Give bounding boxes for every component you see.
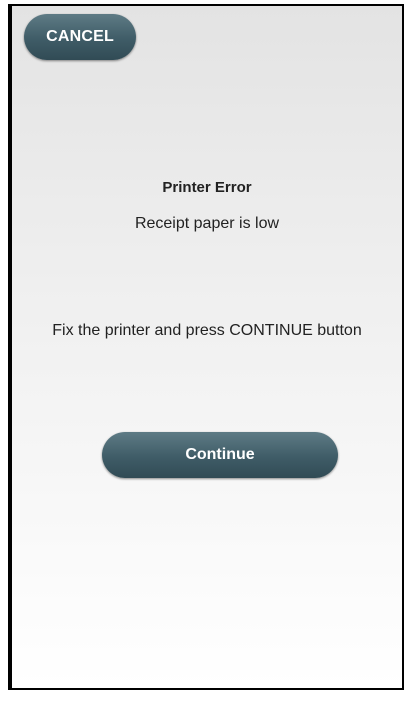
printer-error-screen: CANCEL Printer Error Receipt paper is lo… — [8, 4, 404, 690]
error-instruction: Fix the printer and press CONTINUE butto… — [52, 322, 362, 339]
error-title: Printer Error — [162, 179, 252, 196]
error-subtitle: Receipt paper is low — [134, 215, 280, 232]
cancel-button[interactable]: CANCEL — [24, 14, 136, 60]
continue-button[interactable]: Continue — [102, 432, 338, 478]
